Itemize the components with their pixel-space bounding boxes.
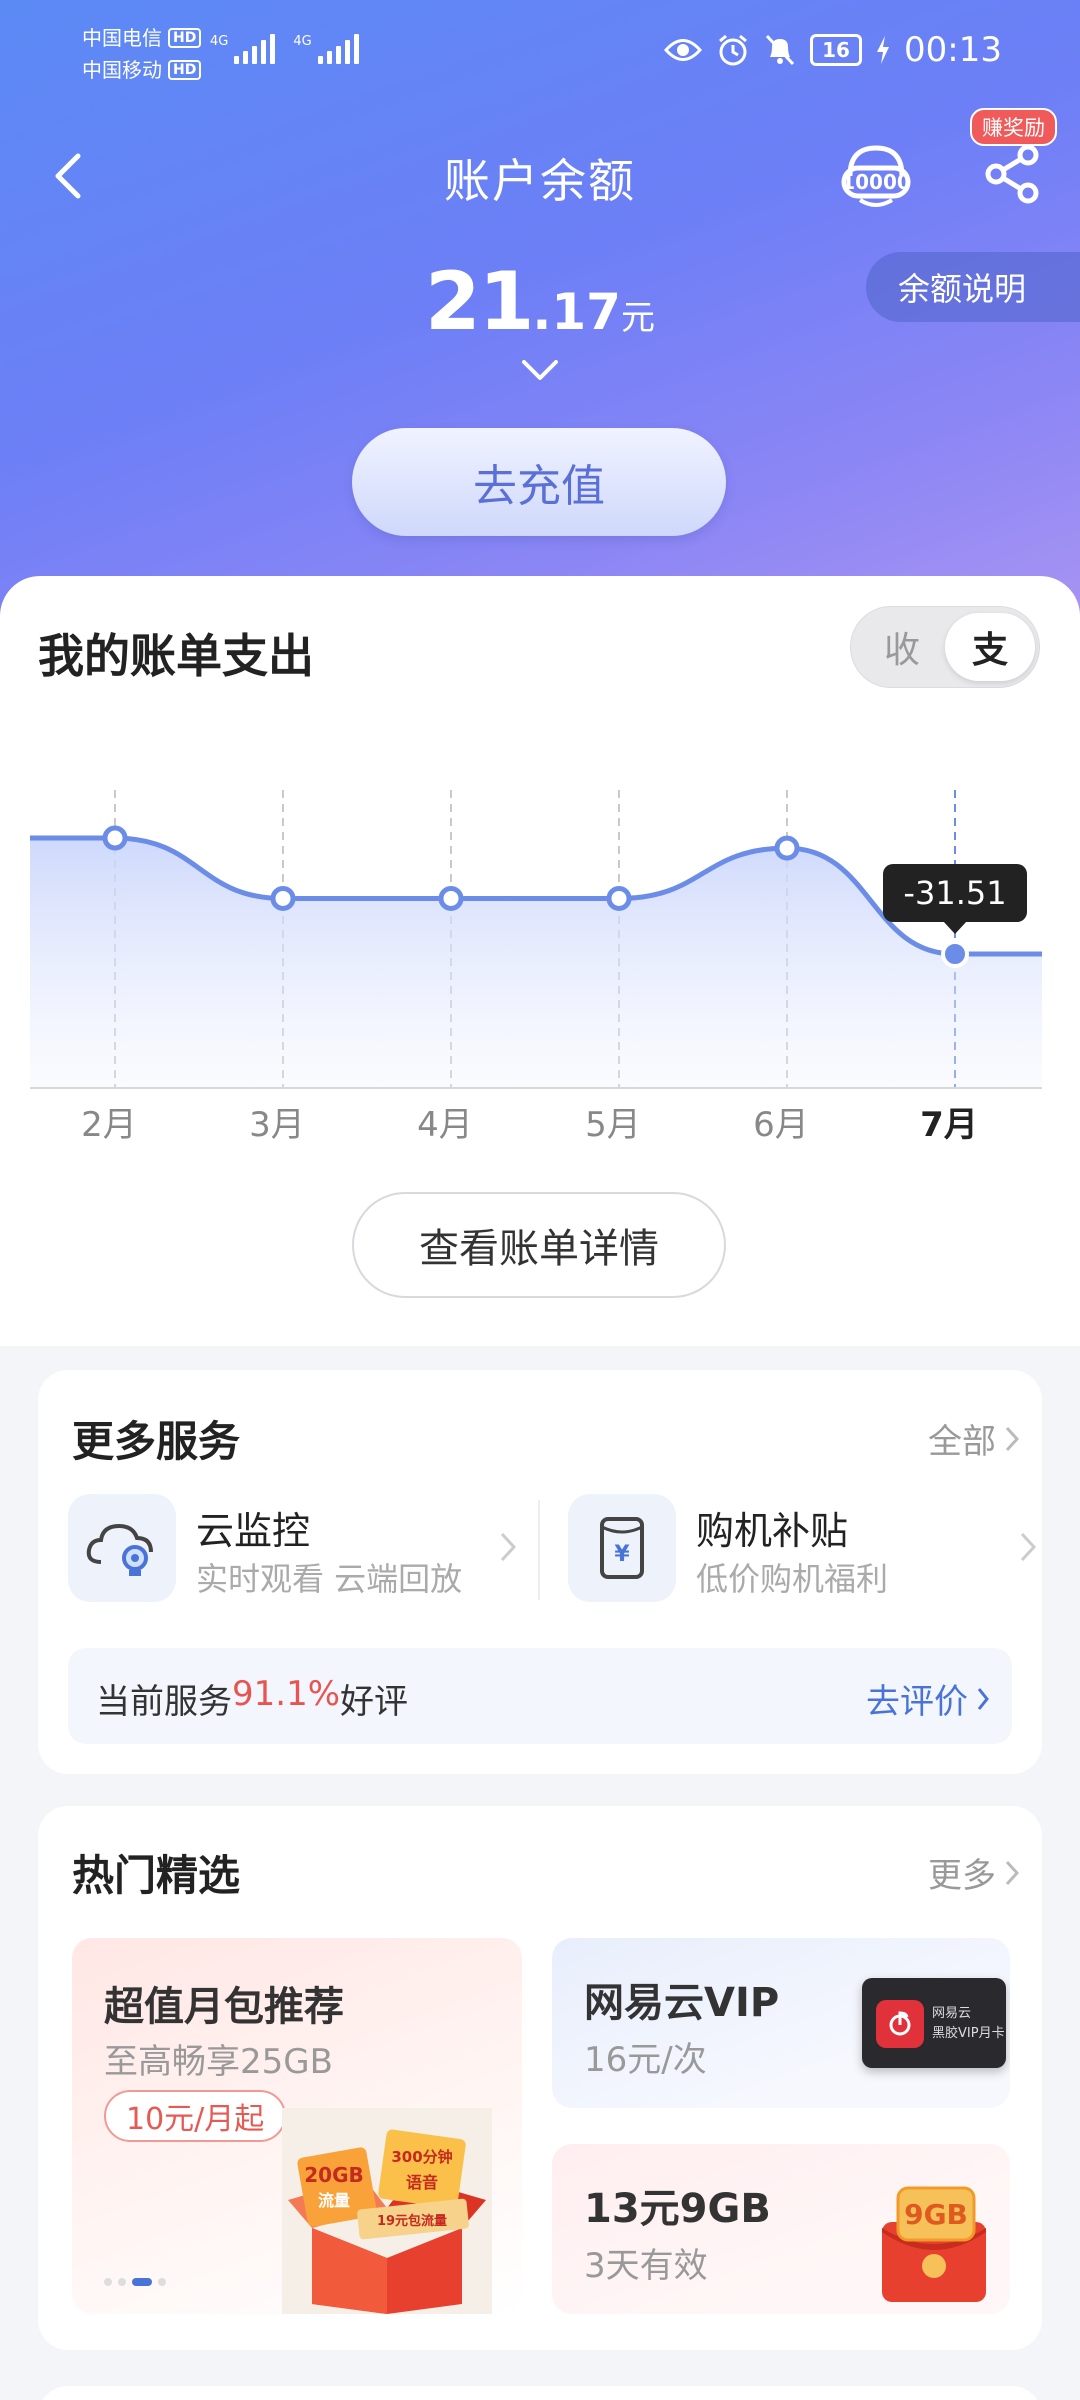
- status-bar: 中国电信 HD 中国移动 HD 4G 4G 16 00:13: [0, 0, 1080, 110]
- charging-icon: [877, 36, 890, 64]
- promo-price-tag: 10元/月起: [104, 2090, 287, 2142]
- data-point: [102, 825, 128, 851]
- service-desc: 低价购机福利: [696, 1560, 889, 1598]
- hot-picks-title: 热门精选: [72, 1851, 241, 1900]
- promo-subtitle: 至高畅享25GB: [104, 2042, 333, 2082]
- battery-icon: 16: [810, 34, 863, 66]
- monthly-package-promo[interactable]: 超值月包推荐 至高畅享25GB 10元/月起 20GB 流量 300分钟 语音 …: [72, 1938, 522, 2314]
- recharge-button[interactable]: 去充值: [352, 428, 726, 536]
- service-desc: 实时观看 云端回放: [196, 1560, 463, 1598]
- page-title: 账户余额: [444, 154, 636, 208]
- service-name: 云监控: [196, 1509, 311, 1553]
- service-rating-bar: 当前服务 91.1% 好评 去评价: [68, 1648, 1012, 1744]
- tooltip-label: -31.51: [903, 874, 1006, 912]
- signal-1-icon: 4G: [210, 34, 276, 64]
- hd-badge: HD: [168, 28, 202, 48]
- x-tick-label: 7月: [920, 1105, 978, 1145]
- promo-subtitle: 3天有效: [584, 2246, 708, 2286]
- rating-text: 当前服务 91.1% 好评: [96, 1674, 409, 1722]
- eye-icon: [664, 39, 703, 61]
- toggle-expense[interactable]: 支: [945, 613, 1035, 681]
- phone-subsidy-icon: ¥: [568, 1494, 676, 1602]
- status-right: 16 00:13: [664, 30, 1002, 70]
- x-tick-label: 4月: [417, 1105, 473, 1145]
- signal-2-icon: 4G: [293, 34, 359, 64]
- promo-title: 超值月包推荐: [104, 1984, 344, 2030]
- carousel-dots: [104, 2278, 166, 2286]
- x-tick-label: 2月: [81, 1105, 137, 1145]
- services-title: 更多服务: [72, 1417, 241, 1466]
- x-tick-label: 3月: [249, 1105, 305, 1145]
- carrier-1: 中国电信: [82, 26, 162, 50]
- customer-service-icon[interactable]: 10000: [840, 140, 912, 212]
- svg-text:9GB: 9GB: [904, 2198, 968, 2231]
- next-card-peek: [38, 2386, 1042, 2400]
- balance-integer: 21: [425, 255, 534, 348]
- divider: [538, 1500, 540, 1600]
- svg-text:300分钟: 300分钟: [391, 2148, 452, 2166]
- promo-subtitle: 16元/次: [584, 2040, 707, 2080]
- x-tick-label: 6月: [753, 1105, 809, 1145]
- netease-music-icon: [876, 2000, 924, 2048]
- hd-badge: HD: [168, 60, 202, 80]
- cloud-camera-icon: [68, 1494, 176, 1602]
- balance-decimal: .17: [532, 283, 621, 341]
- data-point: [270, 885, 296, 911]
- view-bill-detail-button[interactable]: 查看账单详情: [352, 1192, 726, 1298]
- chevron-right-icon: [1005, 1860, 1020, 1885]
- chevron-right-icon: [1005, 1426, 1020, 1451]
- x-tick-label: 5月: [585, 1105, 641, 1145]
- svg-text:¥: ¥: [614, 1542, 630, 1567]
- bill-title: 我的账单支出: [38, 629, 314, 683]
- rate-service-link[interactable]: 去评价: [866, 1674, 990, 1723]
- data-point: [941, 940, 969, 968]
- toggle-income[interactable]: 收: [857, 613, 947, 681]
- service-item-cloud-monitor[interactable]: 云监控 实时观看 云端回放: [68, 1494, 538, 1604]
- data-pack-promo[interactable]: 13元9GB 3天有效 9GB: [552, 2144, 1010, 2314]
- svg-text:20GB: 20GB: [304, 2163, 364, 2187]
- chevron-right-icon: [1020, 1532, 1037, 1562]
- reward-badge[interactable]: 赚奖励: [970, 108, 1057, 146]
- mute-bell-icon: [765, 34, 795, 66]
- chevron-down-icon[interactable]: [520, 358, 560, 384]
- alarm-icon: [719, 34, 747, 66]
- services-all-link[interactable]: 全部: [928, 1414, 1020, 1463]
- income-expense-toggle[interactable]: 收 支: [850, 606, 1040, 688]
- promo-title: 13元9GB: [584, 2186, 771, 2232]
- svg-text:语音: 语音: [406, 2173, 438, 2192]
- services-card: 更多服务 全部 云监控 实时观看 云端回放 ¥ 购机补贴 低价购机福利 当前服务…: [38, 1370, 1042, 1774]
- bill-chart[interactable]: 2月 3月 4月 5月 6月 7月 -31.51: [0, 690, 1080, 1160]
- svg-text:10000: 10000: [841, 170, 911, 194]
- promo-title: 网易云VIP: [584, 1980, 780, 2026]
- balance-amount[interactable]: 21.17元: [0, 255, 1080, 348]
- hot-picks-card: 热门精选 更多 超值月包推荐 至高畅享25GB 10元/月起 20GB 流量 3…: [38, 1806, 1042, 2350]
- hot-more-link[interactable]: 更多: [928, 1848, 1020, 1897]
- svg-text:流量: 流量: [318, 2191, 350, 2210]
- service-name: 购机补贴: [696, 1509, 849, 1553]
- gift-box-image: 20GB 流量 300分钟 语音 19元包流量: [282, 2108, 492, 2314]
- rating-value: 91.1%: [232, 1674, 341, 1714]
- balance-unit: 元: [620, 298, 655, 338]
- data-point: [438, 885, 464, 911]
- signal-icons: 4G 4G: [210, 34, 359, 64]
- chevron-right-icon: [977, 1687, 989, 1710]
- clock: 00:13: [904, 30, 1002, 70]
- vip-card-image: 网易云 黑胶VIP月卡: [862, 1978, 1006, 2068]
- data-point: [774, 835, 800, 861]
- carrier-info: 中国电信 HD 中国移动 HD: [82, 22, 202, 86]
- tooltip-pointer: [943, 921, 967, 934]
- chevron-right-icon: [500, 1532, 517, 1562]
- data-point: [606, 885, 632, 911]
- share-icon[interactable]: [984, 143, 1042, 205]
- service-item-phone-subsidy[interactable]: ¥ 购机补贴 低价购机福利: [568, 1494, 1038, 1604]
- red-envelope-icon: 9GB: [882, 2186, 986, 2302]
- carrier-2: 中国移动: [82, 58, 162, 82]
- netease-vip-promo[interactable]: 网易云VIP 16元/次 网易云 黑胶VIP月卡: [552, 1938, 1010, 2108]
- svg-text:19元包流量: 19元包流量: [377, 2213, 447, 2229]
